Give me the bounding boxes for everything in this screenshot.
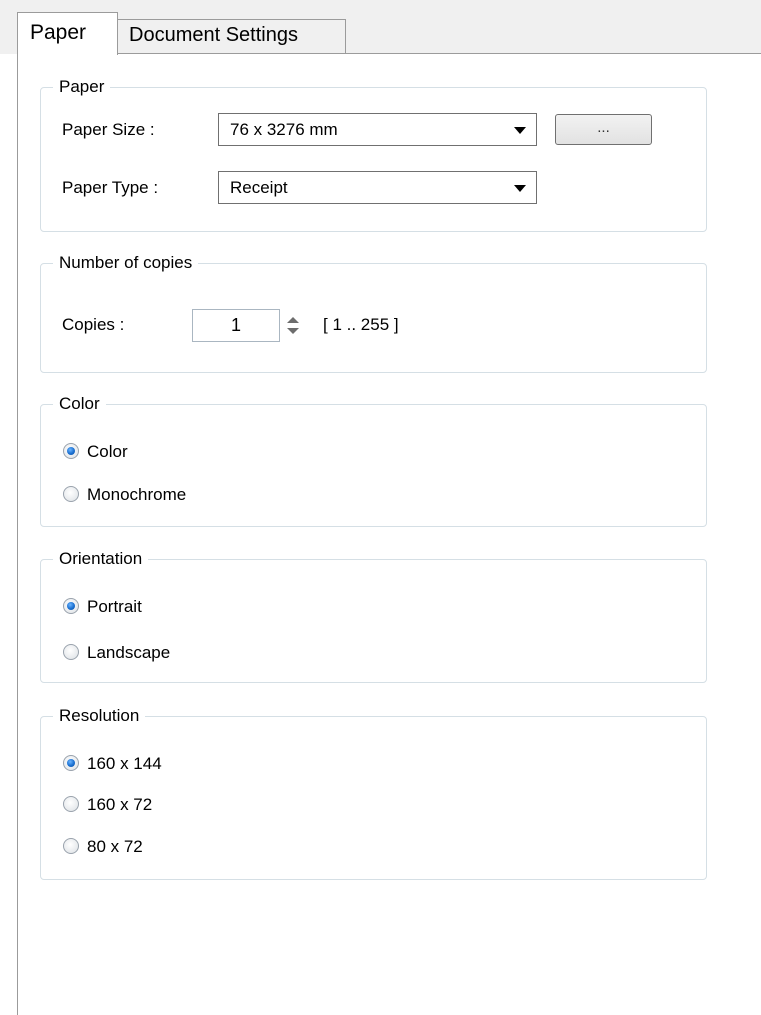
resolution-option-label: 80 x 72 bbox=[87, 837, 143, 856]
color-group-title: Color bbox=[53, 393, 106, 415]
color-option-label: Color bbox=[87, 442, 128, 461]
copies-range-label: [ 1 .. 255 ] bbox=[323, 315, 399, 334]
radio-unselected-icon[interactable] bbox=[63, 796, 79, 812]
spin-up-icon[interactable] bbox=[287, 317, 299, 323]
tab-paper[interactable]: Paper bbox=[17, 12, 118, 55]
radio-unselected-icon[interactable] bbox=[63, 838, 79, 854]
copies-spinner[interactable] bbox=[284, 309, 302, 342]
color-option-label: Monochrome bbox=[87, 485, 187, 504]
paper-tab-panel: Paper Paper Size : 76 x 3276 mm ... Pape… bbox=[17, 54, 761, 1015]
paper-group-title: Paper bbox=[53, 76, 111, 98]
tab-strip: Document Settings Paper bbox=[0, 0, 761, 55]
radio-unselected-icon[interactable] bbox=[63, 644, 79, 660]
paper-size-value: 76 x 3276 mm bbox=[230, 120, 338, 139]
resolution-group: Resolution 160 x 144 160 x 72 80 x 72 bbox=[40, 705, 707, 880]
paper-size-more-button[interactable]: ... bbox=[555, 114, 652, 145]
orientation-group-title: Orientation bbox=[53, 548, 149, 570]
radio-selected-icon[interactable] bbox=[63, 443, 79, 459]
copies-label: Copies : bbox=[62, 315, 125, 334]
radio-selected-icon[interactable] bbox=[63, 755, 79, 771]
chevron-down-icon bbox=[514, 185, 526, 192]
paper-type-label: Paper Type : bbox=[62, 178, 159, 197]
orientation-option-label: Portrait bbox=[87, 597, 142, 616]
radio-unselected-icon[interactable] bbox=[63, 486, 79, 502]
chevron-down-icon bbox=[514, 127, 526, 134]
copies-group-title: Number of copies bbox=[53, 252, 199, 274]
paper-type-value: Receipt bbox=[230, 178, 288, 197]
copies-input[interactable]: 1 bbox=[192, 309, 280, 342]
orientation-group: Orientation Portrait Landscape bbox=[40, 548, 707, 683]
resolution-option-label: 160 x 72 bbox=[87, 795, 153, 814]
tab-document-settings[interactable]: Document Settings bbox=[117, 19, 346, 54]
paper-group: Paper Paper Size : 76 x 3276 mm ... Pape… bbox=[40, 76, 707, 232]
paper-size-label: Paper Size : bbox=[62, 120, 155, 139]
radio-selected-icon[interactable] bbox=[63, 598, 79, 614]
spin-down-icon[interactable] bbox=[287, 328, 299, 334]
resolution-option-label: 160 x 144 bbox=[87, 754, 162, 773]
copies-group: Number of copies Copies : 1 [ 1 .. 255 ] bbox=[40, 252, 707, 373]
orientation-option-label: Landscape bbox=[87, 643, 171, 662]
paper-type-select[interactable]: Receipt bbox=[218, 171, 537, 204]
paper-size-select[interactable]: 76 x 3276 mm bbox=[218, 113, 537, 146]
resolution-group-title: Resolution bbox=[53, 705, 146, 727]
color-group: Color Color Monochrome bbox=[40, 393, 707, 527]
